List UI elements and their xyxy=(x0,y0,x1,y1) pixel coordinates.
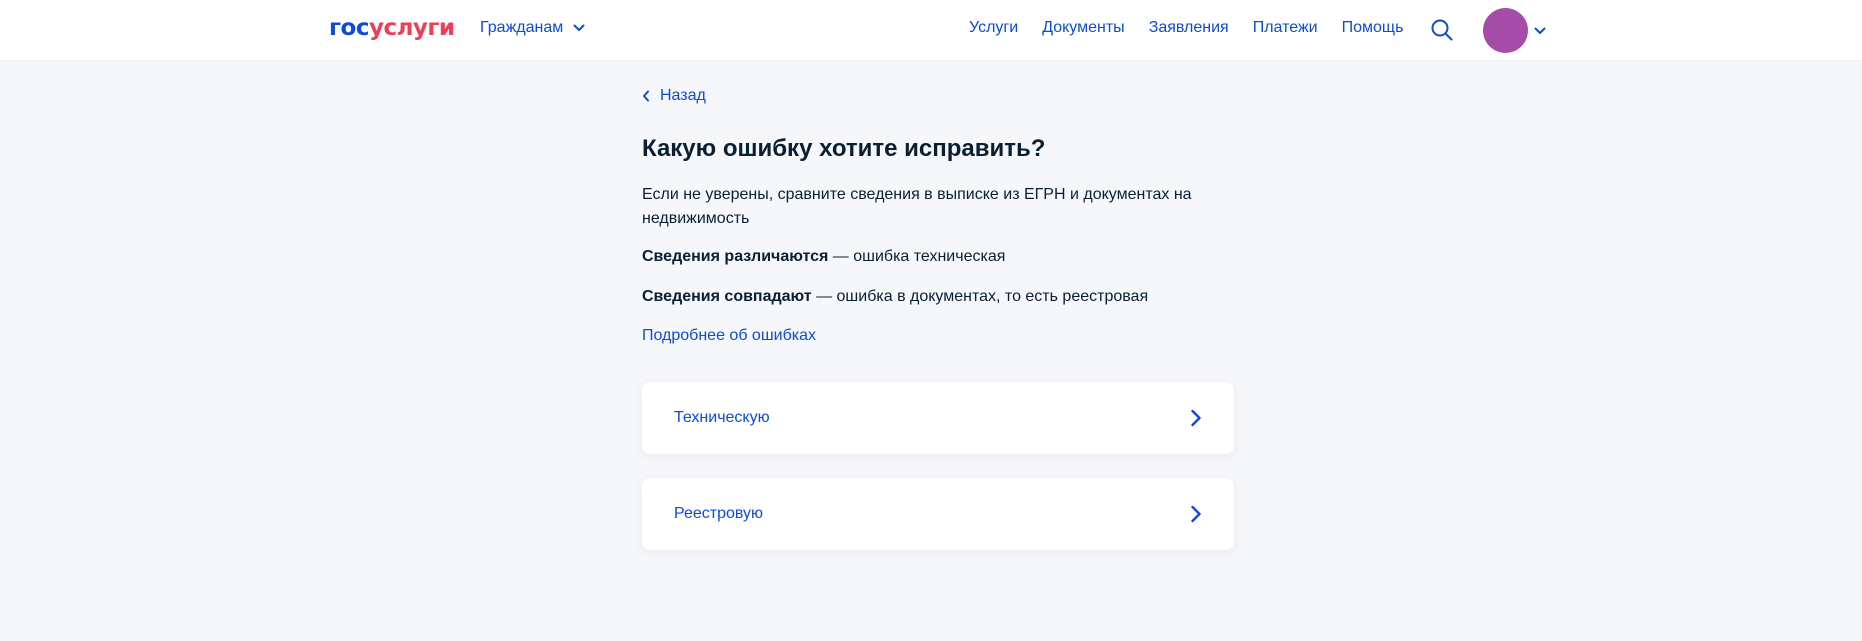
rule-registry-bold: Сведения совпадают xyxy=(642,288,812,305)
rule-technical-bold: Сведения различаются xyxy=(642,248,829,265)
chevron-down-icon xyxy=(573,24,585,31)
rule-technical-text: — ошибка техническая xyxy=(828,248,1006,265)
user-menu[interactable] xyxy=(1483,8,1546,53)
chevron-down-icon xyxy=(1534,27,1546,34)
logo-part-gos: гос xyxy=(329,15,369,41)
rule-technical: Сведения различаются — ошибка техническа… xyxy=(642,247,1005,267)
main-nav: Услуги Документы Заявления Платежи Помощ… xyxy=(969,19,1403,37)
audience-label: Гражданам xyxy=(480,19,564,36)
rule-registry: Сведения совпадают — ошибка в документах… xyxy=(642,287,1148,307)
logo-part-uslugi: услуги xyxy=(368,15,455,41)
chevron-left-icon xyxy=(643,90,649,102)
option-label: Реестровую xyxy=(674,505,764,522)
gosuslugi-logo[interactable]: госуслуги xyxy=(329,14,455,42)
option-label: Техническую xyxy=(674,409,770,426)
option-technical[interactable]: Техническую xyxy=(642,382,1234,454)
nav-applications[interactable]: Заявления xyxy=(1149,19,1229,37)
top-header: госуслуги Гражданам Услуги Документы Зая… xyxy=(0,0,1862,61)
nav-help[interactable]: Помощь xyxy=(1342,19,1404,37)
rule-registry-text: — ошибка в документах, то есть реестрова… xyxy=(811,288,1149,305)
audience-dropdown[interactable]: Гражданам xyxy=(480,19,585,37)
back-label: Назад xyxy=(660,87,706,104)
more-about-errors-link[interactable]: Подробнее об ошибках xyxy=(642,327,816,345)
avatar xyxy=(1483,8,1528,53)
nav-payments[interactable]: Платежи xyxy=(1253,19,1318,37)
nav-documents[interactable]: Документы xyxy=(1042,19,1124,37)
option-registry[interactable]: Реестровую xyxy=(642,478,1234,550)
nav-services[interactable]: Услуги xyxy=(969,19,1018,37)
page-title: Какую ошибку хотите исправить? xyxy=(642,135,1046,162)
page-description: Если не уверены, сравните сведения в вып… xyxy=(642,186,1192,227)
back-link[interactable]: Назад xyxy=(642,87,706,105)
chevron-right-icon xyxy=(1191,409,1201,427)
chevron-right-icon xyxy=(1191,505,1201,523)
search-icon[interactable] xyxy=(1430,18,1454,42)
